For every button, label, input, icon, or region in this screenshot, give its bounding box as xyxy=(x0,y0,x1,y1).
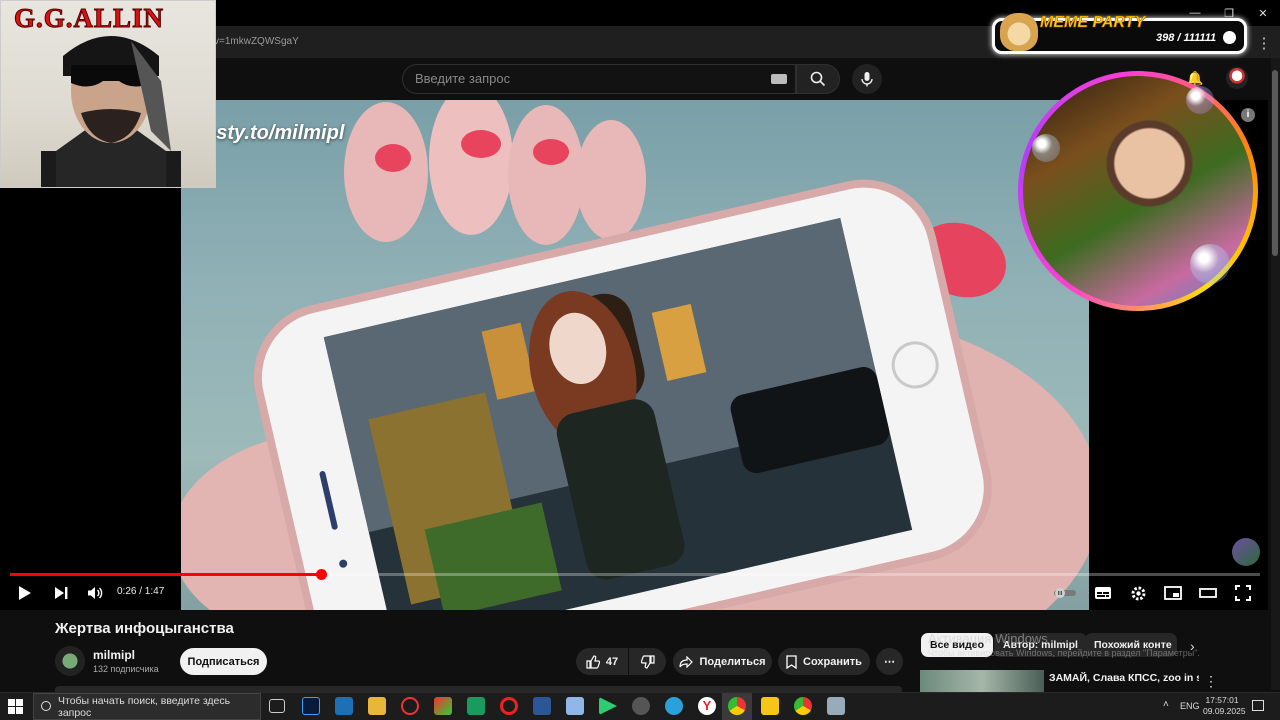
windows-activation-text: Чтобы активировать Windows, перейдите в … xyxy=(928,648,1200,658)
search-icon xyxy=(810,71,826,87)
browser-menu-icon[interactable]: ⋮ xyxy=(1256,34,1272,52)
next-icon xyxy=(55,587,68,599)
gear-icon xyxy=(1131,586,1145,600)
channel-avatar[interactable] xyxy=(55,646,85,676)
account-avatar[interactable] xyxy=(1226,67,1248,89)
play-button[interactable] xyxy=(14,582,36,604)
bubble-icon xyxy=(1032,134,1060,162)
info-icon[interactable]: i xyxy=(1241,108,1255,122)
close-button[interactable]: ✕ xyxy=(1246,0,1280,26)
volume-icon xyxy=(88,587,103,599)
notification-center-icon[interactable] xyxy=(1252,700,1264,711)
subscriber-count: 132 подписчика xyxy=(93,664,159,674)
progress-scrubber[interactable] xyxy=(316,569,327,580)
theater-icon xyxy=(1199,588,1217,598)
opera-icon[interactable] xyxy=(500,697,518,715)
clock-time: 17:57:01 xyxy=(1205,695,1239,705)
scrollbar-thumb[interactable] xyxy=(1272,70,1278,256)
meme-party-counter: 398 / 111111 xyxy=(1156,32,1217,44)
more-actions-button[interactable]: ⋯ xyxy=(876,648,903,675)
address-url[interactable]: v=1mkwZQWSgaY xyxy=(214,36,299,47)
fullscreen-icon xyxy=(1235,585,1251,601)
progress-bar-played xyxy=(10,573,321,576)
telegram-icon xyxy=(1223,31,1236,44)
app-window-icon[interactable] xyxy=(335,697,353,715)
search-button[interactable] xyxy=(796,64,840,94)
thumbs-up-icon xyxy=(586,654,600,669)
app-icon[interactable] xyxy=(434,697,452,715)
subscribe-button[interactable]: Подписаться xyxy=(180,648,267,675)
system-clock[interactable]: 17:57:01 09.09.2025 xyxy=(1203,695,1246,717)
theater-mode-button[interactable] xyxy=(1197,582,1219,604)
bubble-icon xyxy=(1186,86,1214,114)
windows-activation-title: Активация Windows xyxy=(928,631,1048,646)
thumbs-down-icon xyxy=(640,654,655,669)
meme-party-title: MEME PARTY xyxy=(1040,14,1146,32)
file-explorer-icon[interactable] xyxy=(368,697,386,715)
video-title: Жертва инфоцыганства xyxy=(55,620,234,637)
save-label: Сохранить xyxy=(803,655,862,668)
channel-name[interactable]: milmipl xyxy=(93,648,135,662)
clock-date: 09.09.2025 xyxy=(1203,706,1246,716)
fullscreen-button[interactable] xyxy=(1232,582,1254,604)
chrome-icon[interactable] xyxy=(794,697,812,715)
task-view-icon[interactable] xyxy=(269,699,285,713)
like-count: 47 xyxy=(605,655,619,668)
autoplay-toggle[interactable] xyxy=(1053,582,1077,604)
tray-expand-icon[interactable]: ˄ xyxy=(1163,699,1169,710)
recommended-more-icon[interactable]: ⋮ xyxy=(1204,673,1218,690)
taskbar-search-icon xyxy=(41,701,51,711)
gg-allin-title: G.G.ALLIN xyxy=(13,3,165,34)
miniplayer-button[interactable] xyxy=(1162,582,1184,604)
channel-watermark-icon[interactable] xyxy=(1232,538,1260,566)
video-watermark: osty.to/milmipl xyxy=(204,122,345,144)
voice-search-button[interactable] xyxy=(852,64,882,94)
time-display: 0:26 / 1:47 xyxy=(117,586,165,597)
play-icon xyxy=(19,586,31,600)
autoplay-icon xyxy=(1054,588,1076,598)
miniplayer-icon xyxy=(1164,586,1182,600)
word-icon[interactable] xyxy=(533,697,551,715)
recommended-title[interactable]: ЗАМАЙ, Слава КПСС, zoo in space - Антиха… xyxy=(1049,672,1199,685)
bookmark-icon xyxy=(786,654,797,669)
telegram-taskbar-icon[interactable] xyxy=(665,697,683,715)
language-indicator[interactable]: ENG xyxy=(1180,701,1200,711)
video-content-illustration xyxy=(181,100,1089,610)
keyboard-icon[interactable] xyxy=(771,74,787,84)
chrome-icon[interactable] xyxy=(728,697,746,715)
app-icon[interactable] xyxy=(566,697,584,715)
opera-gx-icon[interactable] xyxy=(401,697,419,715)
save-button[interactable]: Сохранить xyxy=(778,648,870,675)
subtitles-button[interactable] xyxy=(1092,582,1114,604)
photoshop-icon[interactable] xyxy=(302,697,320,715)
more-icon: ⋯ xyxy=(884,656,895,668)
share-icon xyxy=(679,655,694,668)
share-button[interactable]: Поделиться xyxy=(673,648,772,675)
notepad-plus-icon[interactable] xyxy=(467,697,485,715)
windows-start-icon[interactable] xyxy=(8,699,23,714)
recommended-thumbnail[interactable] xyxy=(920,670,1044,692)
search-input[interactable]: Введите запрос xyxy=(402,64,796,94)
settings-button[interactable] xyxy=(1127,582,1149,604)
app-icon[interactable] xyxy=(827,697,845,715)
microphone-icon xyxy=(861,72,873,87)
taskbar-search-input[interactable]: Чтобы начать поиск, введите здесь запрос xyxy=(33,693,261,720)
app-icon[interactable] xyxy=(632,697,650,715)
app-icon[interactable] xyxy=(761,697,779,715)
volume-button[interactable] xyxy=(84,582,106,604)
video-frame[interactable] xyxy=(181,100,1089,610)
doge-icon xyxy=(1000,13,1038,51)
subtitles-icon xyxy=(1095,587,1111,599)
yandex-icon[interactable]: Y xyxy=(698,697,716,715)
like-button[interactable]: 47 xyxy=(576,648,628,675)
dislike-button[interactable] xyxy=(629,648,666,675)
next-button[interactable] xyxy=(50,582,72,604)
bubble-icon xyxy=(1190,244,1230,284)
share-label: Поделиться xyxy=(699,655,766,668)
